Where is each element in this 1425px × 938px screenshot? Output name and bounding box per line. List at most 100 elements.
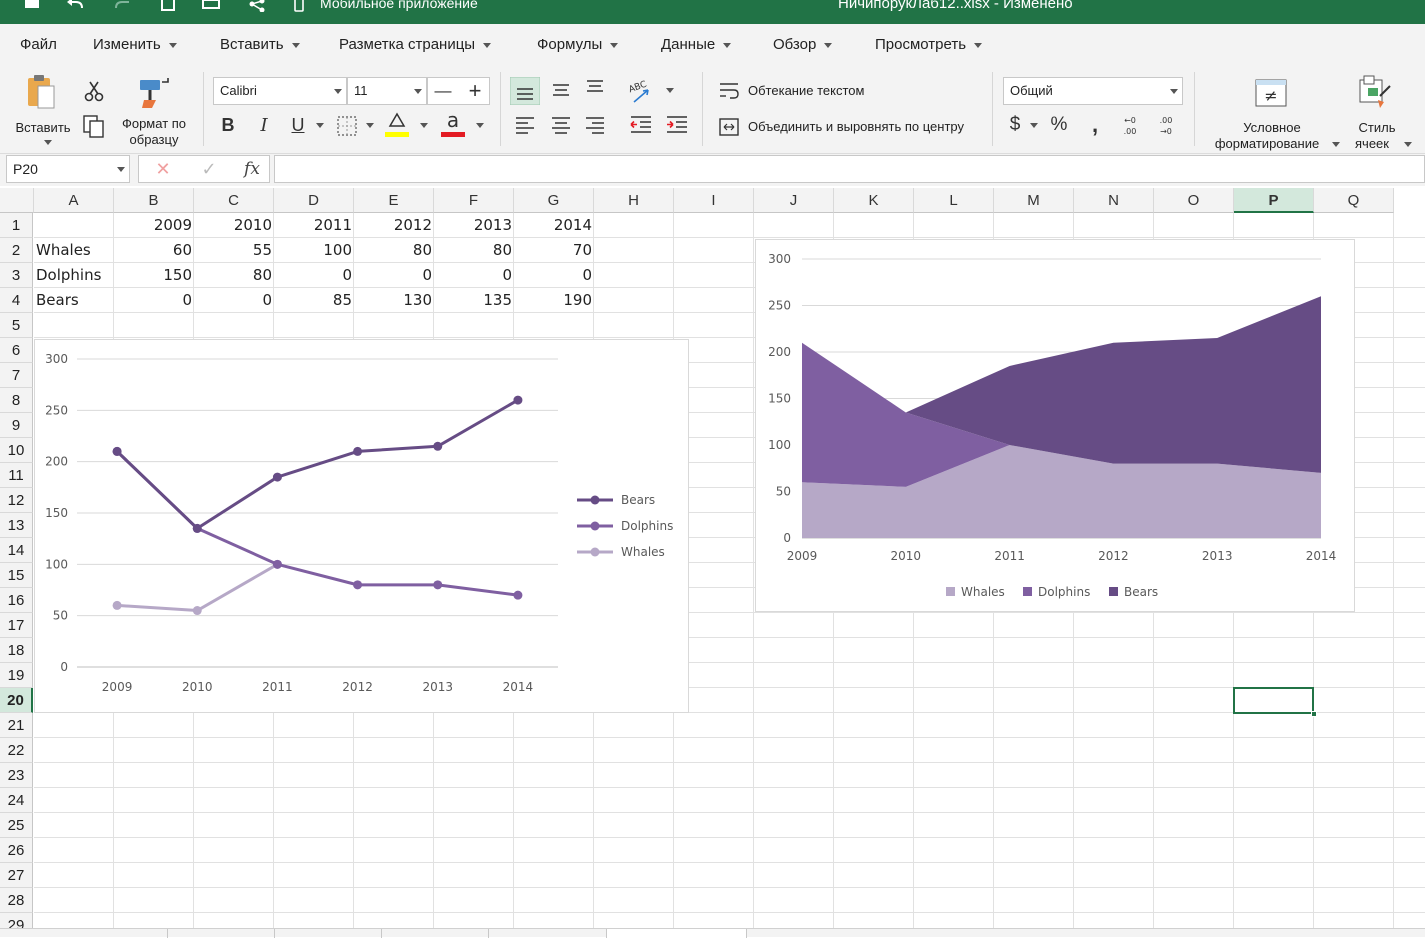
select-all-corner[interactable] bbox=[0, 188, 34, 213]
copy-icon[interactable] bbox=[82, 114, 106, 138]
column-header-C[interactable]: C bbox=[194, 188, 274, 213]
fill-handle[interactable] bbox=[1311, 711, 1317, 717]
cell-G4[interactable]: 190 bbox=[514, 288, 594, 313]
italic-icon[interactable]: I bbox=[252, 114, 276, 136]
row-header-24[interactable]: 24 bbox=[0, 788, 33, 813]
chevron-down-icon[interactable] bbox=[1170, 89, 1178, 94]
row-header-2[interactable]: 2 bbox=[0, 238, 33, 263]
cell-B1[interactable]: 2009 bbox=[114, 213, 194, 238]
column-header-Q[interactable]: Q bbox=[1314, 188, 1394, 213]
row-header-7[interactable]: 7 bbox=[0, 363, 33, 388]
cut-icon[interactable] bbox=[84, 80, 104, 102]
cell-E2[interactable]: 80 bbox=[354, 238, 434, 263]
decrease-decimal-icon[interactable]: .00→0 bbox=[1154, 114, 1178, 138]
currency-icon[interactable]: $ bbox=[1004, 114, 1026, 136]
row-header-10[interactable]: 10 bbox=[0, 438, 33, 463]
cell-C2[interactable]: 55 bbox=[194, 238, 274, 263]
paste-button[interactable]: Вставить bbox=[14, 70, 72, 150]
cell-D4[interactable]: 85 bbox=[274, 288, 354, 313]
align-center-icon[interactable] bbox=[546, 112, 576, 138]
decrease-font-icon[interactable]: — bbox=[428, 78, 458, 104]
menu-edit[interactable]: Изменить bbox=[93, 36, 177, 53]
formula-input[interactable] bbox=[274, 155, 1425, 183]
decrease-indent-icon[interactable] bbox=[628, 112, 654, 138]
area-chart[interactable]: 0 50 100 150 200 250 300 2009 2010 2011 2012 2013 20… bbox=[755, 239, 1355, 612]
row-header-28[interactable]: 28 bbox=[0, 888, 33, 913]
column-header-M[interactable]: M bbox=[994, 188, 1074, 213]
cell-E1[interactable]: 2012 bbox=[354, 213, 434, 238]
row-header-19[interactable]: 19 bbox=[0, 663, 33, 688]
font-name-select[interactable]: Calibri bbox=[213, 77, 347, 105]
cell-styles-button[interactable]: Стиль ячеек bbox=[1344, 70, 1412, 152]
menu-data[interactable]: Данные bbox=[661, 36, 732, 53]
confirm-icon[interactable]: ✓ bbox=[197, 158, 221, 180]
cell-G3[interactable]: 0 bbox=[514, 263, 594, 288]
row-header-21[interactable]: 21 bbox=[0, 713, 33, 738]
borders-icon[interactable] bbox=[336, 115, 358, 137]
column-header-E[interactable]: E bbox=[354, 188, 434, 213]
row-header-13[interactable]: 13 bbox=[0, 513, 33, 538]
column-header-O[interactable]: O bbox=[1154, 188, 1234, 213]
align-top-icon[interactable] bbox=[510, 77, 540, 105]
column-header-A[interactable]: A bbox=[34, 188, 114, 213]
chevron-down-icon[interactable] bbox=[366, 123, 374, 128]
align-left-icon[interactable] bbox=[510, 112, 540, 138]
row-header-6[interactable]: 6 bbox=[0, 338, 33, 363]
row-header-23[interactable]: 23 bbox=[0, 763, 33, 788]
merge-center-button[interactable]: Объединить и выровнять по центру bbox=[718, 116, 988, 138]
row-header-1[interactable]: 1 bbox=[0, 213, 33, 238]
column-header-F[interactable]: F bbox=[434, 188, 514, 213]
format-painter-button[interactable]: Формат по образцу bbox=[114, 72, 194, 152]
row-header-18[interactable]: 18 bbox=[0, 638, 33, 663]
cell-B4[interactable]: 0 bbox=[114, 288, 194, 313]
column-header-D[interactable]: D bbox=[274, 188, 354, 213]
percent-icon[interactable]: % bbox=[1048, 114, 1070, 136]
chevron-down-icon[interactable] bbox=[1030, 123, 1038, 128]
increase-font-icon[interactable]: + bbox=[460, 78, 490, 104]
chevron-down-icon[interactable] bbox=[476, 123, 484, 128]
row-header-29[interactable]: 29 bbox=[0, 913, 33, 928]
column-header-P[interactable]: P bbox=[1234, 188, 1314, 213]
undo-icon[interactable] bbox=[64, 0, 86, 12]
comma-style-icon[interactable]: , bbox=[1084, 112, 1106, 137]
name-box[interactable]: P20 bbox=[6, 155, 130, 183]
underline-icon[interactable]: U bbox=[286, 114, 310, 136]
cell-D1[interactable]: 2011 bbox=[274, 213, 354, 238]
row-header-11[interactable]: 11 bbox=[0, 463, 33, 488]
row-header-26[interactable]: 26 bbox=[0, 838, 33, 863]
cell-A3[interactable]: Dolphins bbox=[34, 263, 114, 288]
cell-A4[interactable]: Bears bbox=[34, 288, 114, 313]
align-right-icon[interactable] bbox=[580, 112, 610, 138]
column-header-B[interactable]: B bbox=[114, 188, 194, 213]
share-icon[interactable] bbox=[246, 0, 268, 12]
insert-function-icon[interactable]: fx bbox=[239, 158, 265, 180]
font-size-select[interactable]: 11 bbox=[347, 77, 427, 105]
font-color-icon[interactable]: a bbox=[440, 110, 466, 138]
cell-E3[interactable]: 0 bbox=[354, 263, 434, 288]
row-header-27[interactable]: 27 bbox=[0, 863, 33, 888]
line-chart[interactable]: 0 50 100 150 200 250 300 2009 2010 2011 2012 2013 20… bbox=[34, 339, 689, 713]
cell-A2[interactable]: Whales bbox=[34, 238, 114, 263]
mobile-app-label[interactable]: Мобильное приложение bbox=[320, 0, 478, 11]
cell-F4[interactable]: 135 bbox=[434, 288, 514, 313]
cell-C3[interactable]: 80 bbox=[194, 263, 274, 288]
print-icon[interactable] bbox=[200, 0, 222, 12]
row-header-9[interactable]: 9 bbox=[0, 413, 33, 438]
mobile-icon[interactable] bbox=[292, 0, 306, 12]
menu-review[interactable]: Обзор bbox=[773, 36, 833, 53]
cell-B3[interactable]: 150 bbox=[114, 263, 194, 288]
active-cell-selection[interactable] bbox=[1233, 687, 1317, 717]
bold-icon[interactable]: B bbox=[216, 114, 240, 136]
menu-file[interactable]: Файл bbox=[20, 36, 57, 53]
column-header-L[interactable]: L bbox=[914, 188, 994, 213]
wrap-text-button[interactable]: Обтекание текстом bbox=[718, 80, 978, 102]
cell-D3[interactable]: 0 bbox=[274, 263, 354, 288]
cell-G2[interactable]: 70 bbox=[514, 238, 594, 263]
column-header-J[interactable]: J bbox=[754, 188, 834, 213]
fill-color-icon[interactable] bbox=[384, 110, 410, 138]
cell-B2[interactable]: 60 bbox=[114, 238, 194, 263]
row-header-17[interactable]: 17 bbox=[0, 613, 33, 638]
row-header-22[interactable]: 22 bbox=[0, 738, 33, 763]
cell-F3[interactable]: 0 bbox=[434, 263, 514, 288]
row-header-25[interactable]: 25 bbox=[0, 813, 33, 838]
